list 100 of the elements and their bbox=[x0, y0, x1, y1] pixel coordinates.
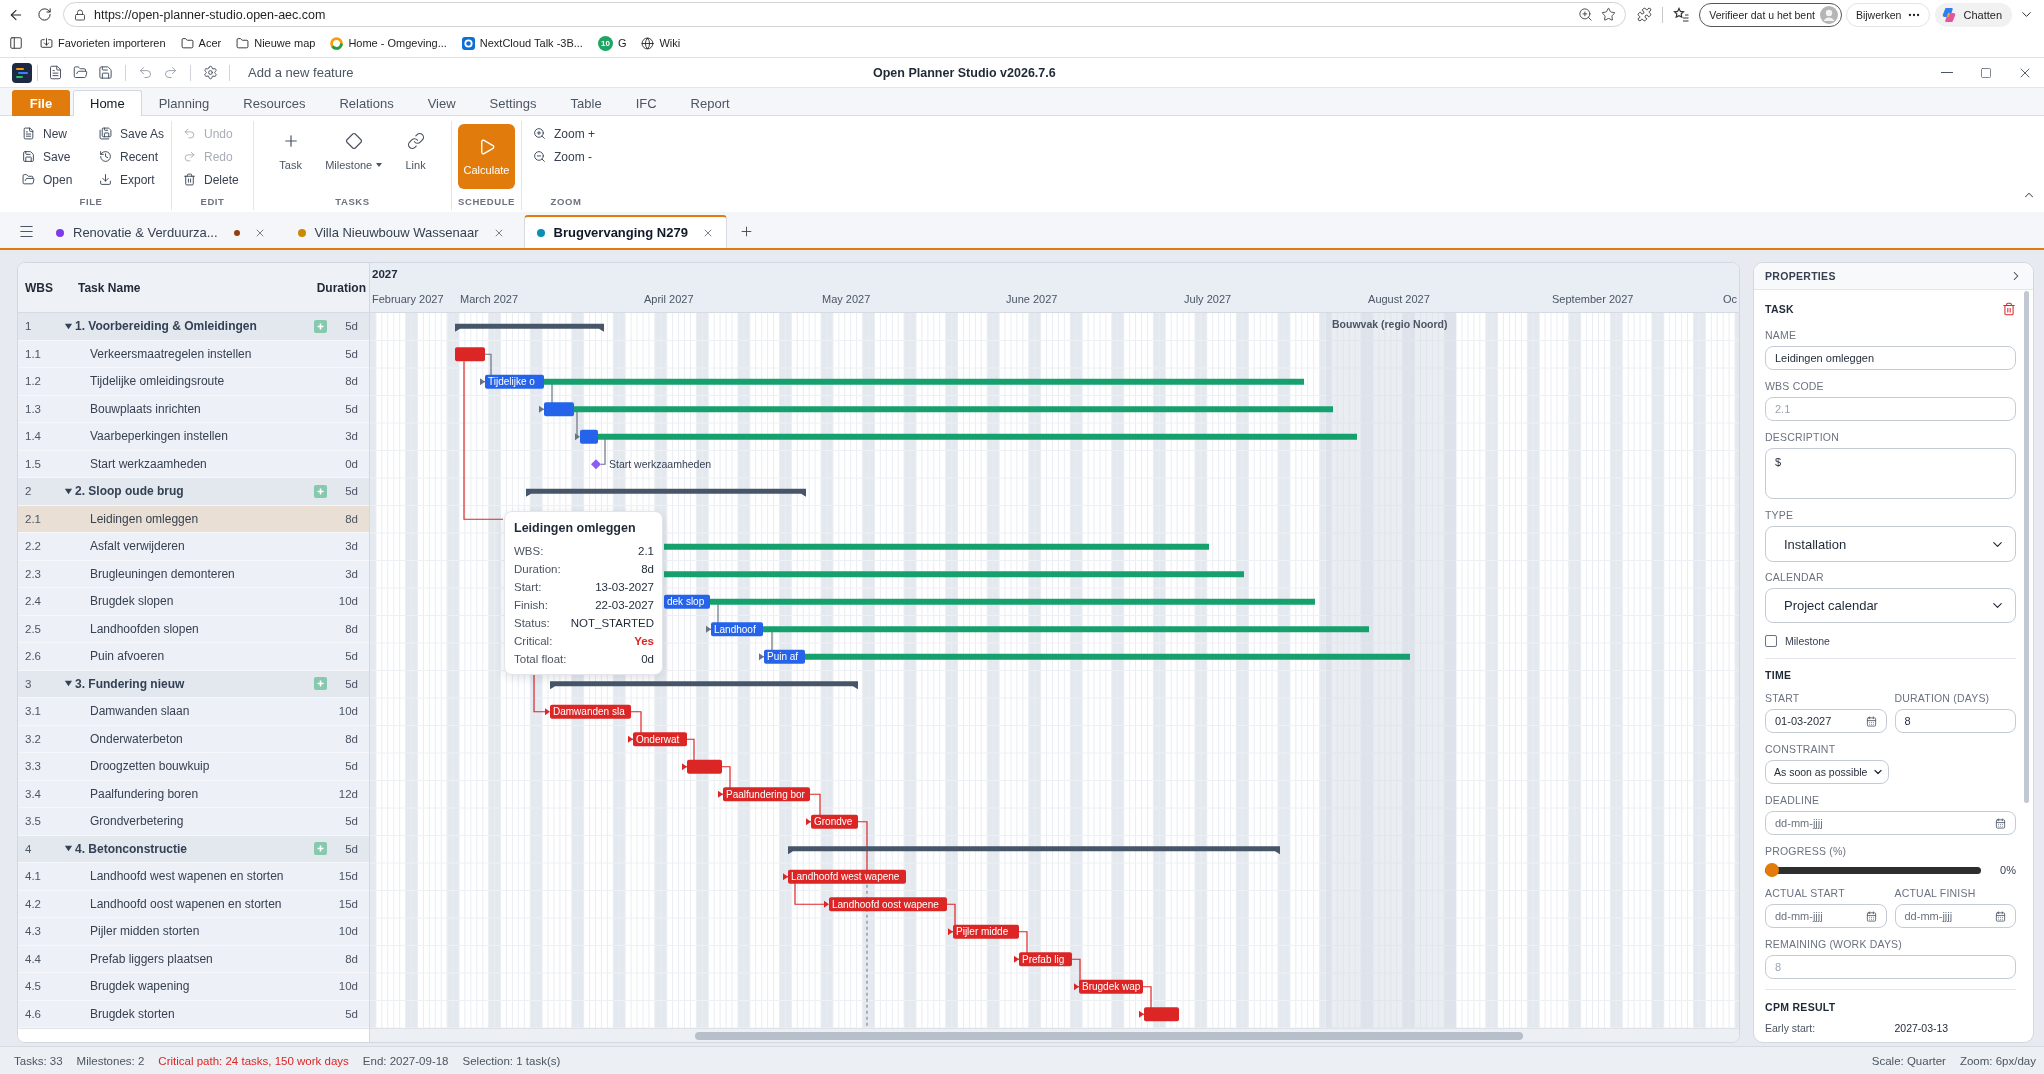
redo-icon bbox=[183, 150, 196, 163]
calendar-icon[interactable] bbox=[1865, 715, 1877, 727]
wbs-cell-text: 4 bbox=[24, 842, 33, 855]
calendar-select[interactable]: Project calendar bbox=[1765, 588, 2016, 623]
date-input[interactable]: 01-03-2027 bbox=[1765, 709, 1887, 733]
profile-button[interactable]: Verifieer dat u het bent bbox=[1699, 2, 1842, 27]
bookmark-link[interactable]: NextCloud Talk -3B... bbox=[461, 36, 583, 50]
wbs-cell-text: 2.4 bbox=[24, 595, 42, 608]
description-textarea[interactable]: $ bbox=[1765, 448, 2016, 499]
puzzle-icon bbox=[1636, 7, 1652, 22]
tooltip-label: Finish: bbox=[514, 599, 548, 611]
calendar-icon[interactable] bbox=[1865, 910, 1877, 922]
wbs-cell-text: 1.5 bbox=[24, 457, 42, 470]
chat-button[interactable]: Chatten bbox=[1935, 2, 2012, 27]
date-input[interactable]: dd-mm-jjjj bbox=[1894, 904, 2016, 928]
duration-cell-text: 8d bbox=[344, 375, 359, 388]
ribbon-tab[interactable]: Settings bbox=[472, 90, 554, 116]
duration-cell-text: 8d bbox=[344, 622, 359, 635]
remaining-input[interactable]: 8 bbox=[1765, 955, 2016, 979]
name-input[interactable]: Leidingen omleggen bbox=[1765, 346, 2016, 370]
bookmark-link[interactable]: Home - Omgeving... bbox=[330, 36, 447, 50]
update-button[interactable]: Bijwerken bbox=[1845, 2, 1931, 27]
status-text: Tasks: 33 bbox=[14, 1054, 63, 1067]
duration-input[interactable]: 8 bbox=[1894, 709, 2016, 733]
bookmark-link[interactable]: Acer bbox=[180, 36, 222, 50]
document-tab[interactable]: Villa Nieuwbouw Wassenaar bbox=[284, 215, 518, 248]
duration-cell-text: 5d bbox=[344, 815, 359, 828]
type-select[interactable]: Installation bbox=[1765, 526, 2016, 562]
vertical-scrollbar[interactable] bbox=[2024, 291, 2029, 803]
zoom-in-icon[interactable] bbox=[1578, 7, 1594, 22]
ribbon-button[interactable]: Link bbox=[401, 121, 430, 183]
progress-slider-track[interactable] bbox=[1765, 866, 1981, 874]
bookmark-link[interactable]: Favorieten importeren bbox=[40, 36, 166, 50]
wbs-cell-text: 2.6 bbox=[24, 650, 42, 663]
ribbon-button[interactable]: Export bbox=[94, 169, 160, 190]
ribbon-button[interactable]: Delete bbox=[178, 169, 244, 190]
bookmark-link[interactable]: 10 G bbox=[597, 35, 627, 51]
bookmark-link[interactable]: Wiki bbox=[641, 36, 681, 50]
date-input[interactable]: dd-mm-jjjj bbox=[1765, 811, 2016, 835]
task-name-cell-text: Paalfundering boren bbox=[89, 786, 200, 801]
trash-icon[interactable] bbox=[2002, 302, 2016, 316]
task-name-cell-text: 4. Betonconstructie bbox=[75, 841, 189, 856]
folder-icon bbox=[73, 65, 88, 80]
ribbon-tab[interactable]: Report bbox=[673, 90, 747, 116]
field-label: CONSTRAINT bbox=[1765, 742, 1837, 756]
chat-logo-icon bbox=[1941, 6, 1958, 23]
favorites-star-icon[interactable] bbox=[1673, 6, 1690, 23]
address-bar[interactable]: https://open-planner-studio.open-aec.com bbox=[63, 2, 1627, 27]
star-icon[interactable] bbox=[1601, 7, 1617, 22]
wbs-cell-text: 1 bbox=[24, 320, 33, 333]
wbs-cell-text: 1.4 bbox=[24, 430, 42, 443]
document-icon bbox=[22, 127, 35, 140]
slider-thumb[interactable] bbox=[1765, 863, 1779, 877]
ribbon-button[interactable]: Task bbox=[275, 121, 306, 183]
bookmark-link[interactable]: Nieuwe map bbox=[236, 36, 316, 50]
ribbon-tab[interactable]: Planning bbox=[141, 90, 227, 116]
constraint-select[interactable]: As soon as possible bbox=[1765, 760, 1889, 784]
ribbon-tab[interactable]: Table bbox=[553, 90, 619, 116]
save-icon bbox=[98, 65, 113, 80]
duration-cell-text: 15d bbox=[337, 870, 359, 883]
settings-icon bbox=[203, 65, 218, 80]
ribbon-tab[interactable]: IFC bbox=[618, 90, 674, 116]
ribbon-button[interactable]: New bbox=[17, 123, 72, 144]
ribbon-tab[interactable]: Relations bbox=[322, 90, 411, 116]
ribbon-button[interactable]: Recent bbox=[94, 146, 164, 167]
tooltip-value: 13-03-2027 bbox=[595, 581, 654, 593]
ribbon-tab[interactable]: Home bbox=[73, 90, 142, 116]
duration-cell-text: 10d bbox=[337, 980, 359, 993]
calendar-icon[interactable] bbox=[1995, 817, 2006, 829]
ribbon-button[interactable]: Zoom + bbox=[528, 123, 600, 144]
wbs-code-input[interactable]: 2.1 bbox=[1765, 397, 2016, 421]
status-text: Scale: Quarter bbox=[1871, 1054, 1946, 1067]
folder-icon bbox=[236, 36, 250, 50]
ribbon-tab[interactable]: Resources bbox=[226, 90, 323, 116]
minimize-icon bbox=[1940, 71, 1953, 74]
ribbon-tab[interactable]: View bbox=[410, 90, 473, 116]
ribbon-button[interactable]: Zoom - bbox=[528, 146, 597, 167]
task-name-cell-text: Landhoofd oost wapenen en storten bbox=[89, 896, 283, 911]
ring-logo-icon bbox=[330, 36, 344, 50]
field-label: ACTUAL FINISH bbox=[1894, 886, 1977, 900]
ribbon-button[interactable]: Save bbox=[17, 146, 76, 167]
sidebar-button[interactable] bbox=[7, 34, 25, 52]
ribbon-button[interactable]: Save As bbox=[94, 123, 170, 144]
task-name-cell-text: Brugleuningen demonteren bbox=[89, 566, 236, 581]
field-label: ACTUAL START bbox=[1765, 886, 1846, 900]
checkbox[interactable] bbox=[1765, 635, 1777, 647]
scrollbar-thumb[interactable] bbox=[695, 1031, 1523, 1040]
holiday-label: Bouwvak (regio Noord) bbox=[1332, 318, 1448, 330]
ribbon-button[interactable]: Open bbox=[17, 169, 78, 190]
reload-icon bbox=[36, 7, 52, 22]
wbs-cell-text: 4.1 bbox=[24, 870, 42, 883]
calendar-icon[interactable] bbox=[1995, 910, 2006, 922]
task-name-cell-text: 2. Sloop oude brug bbox=[75, 484, 185, 499]
document-tab[interactable]: Renovatie & Verduurza... bbox=[43, 215, 279, 248]
ribbon-button[interactable]: Milestone bbox=[321, 121, 387, 183]
feature-prompt[interactable]: Add a new feature bbox=[248, 65, 354, 80]
document-tab[interactable]: Brugvervanging N279 bbox=[523, 215, 727, 248]
date-input[interactable]: dd-mm-jjjj bbox=[1765, 904, 1887, 928]
wbs-cell-text: 1.2 bbox=[24, 375, 42, 388]
horizontal-scrollbar[interactable] bbox=[370, 1028, 1739, 1042]
